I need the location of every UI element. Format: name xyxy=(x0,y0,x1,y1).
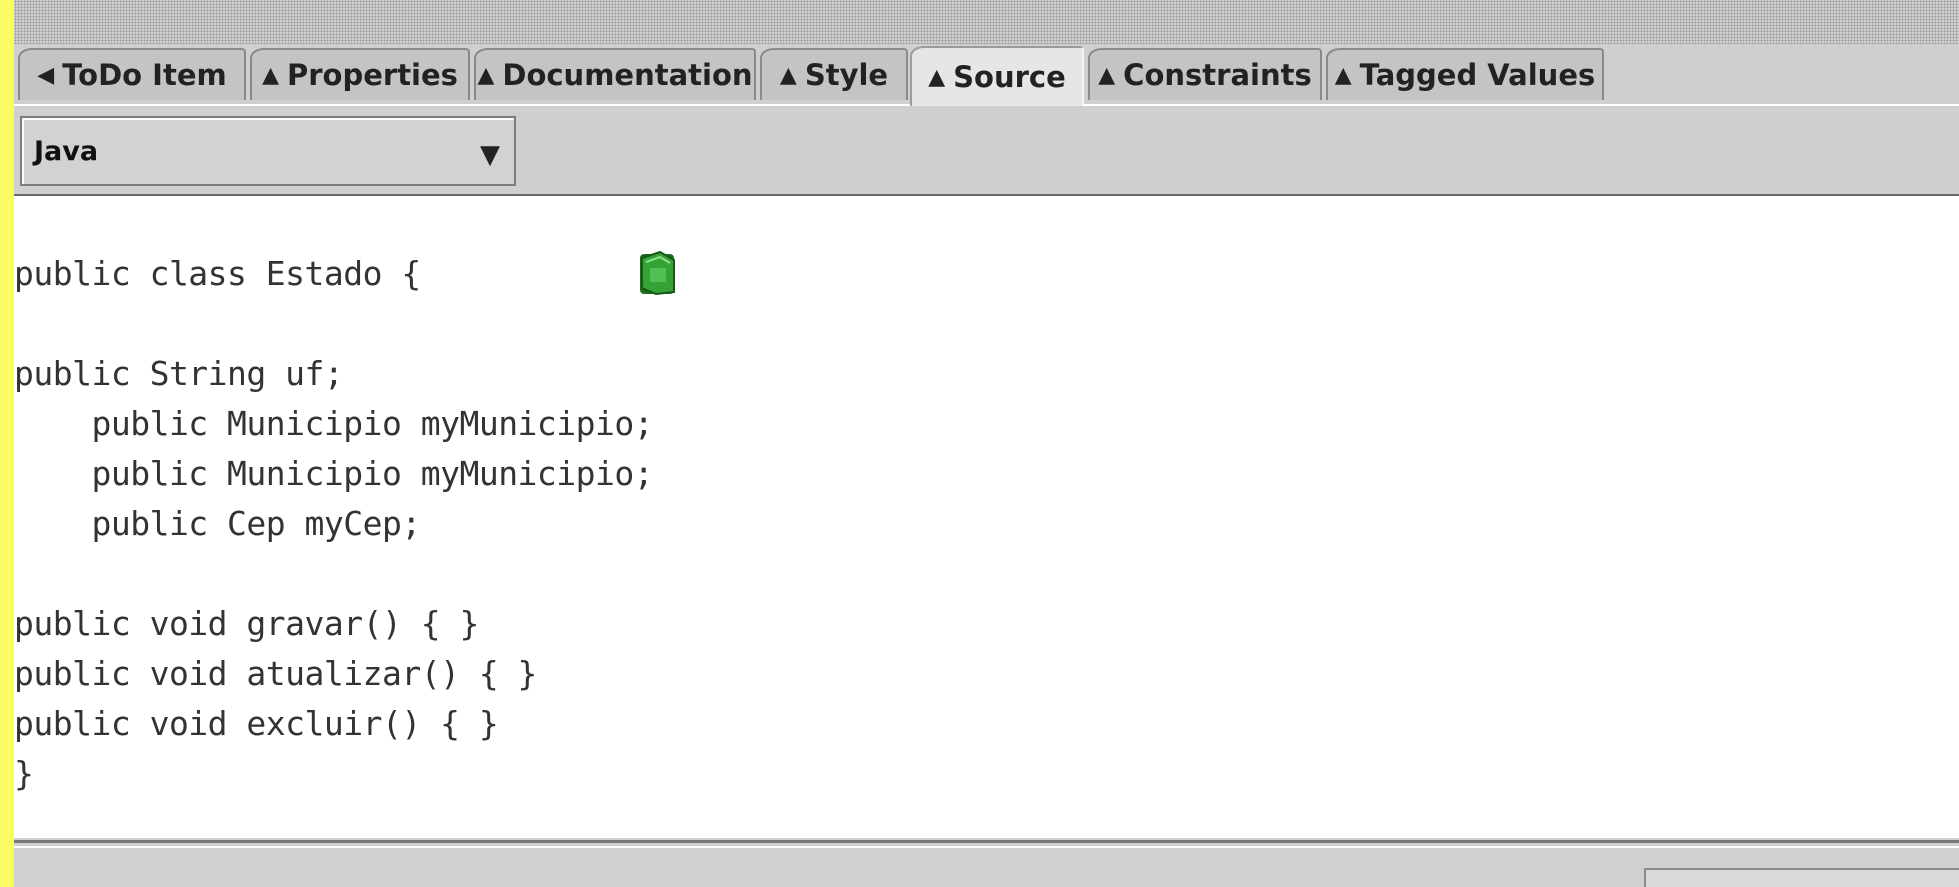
tab-tagged-values[interactable]: ▲ Tagged Values xyxy=(1326,48,1604,100)
language-select-value: Java xyxy=(34,135,99,167)
code-line: } xyxy=(14,754,34,793)
divider xyxy=(14,840,1959,843)
chevron-down-icon[interactable]: ▼ xyxy=(480,140,500,170)
tab-label: Documentation xyxy=(502,58,753,92)
source-panel: ◀ ToDo Item ▲ Properties ▲ Documentation… xyxy=(14,0,1959,887)
up-arrow-icon: ▲ xyxy=(928,64,946,90)
tab-label: Constraints xyxy=(1123,58,1312,92)
tab-constraints[interactable]: ▲ Constraints xyxy=(1088,48,1322,100)
tab-style[interactable]: ▲ Style xyxy=(760,48,908,100)
tab-bar: ◀ ToDo Item ▲ Properties ▲ Documentation… xyxy=(14,44,1959,106)
tab-label: Style xyxy=(804,58,889,92)
tab-todo-item[interactable]: ◀ ToDo Item xyxy=(18,48,246,100)
tab-label: Tagged Values xyxy=(1359,58,1596,92)
code-line: public Cep myCep; xyxy=(14,504,421,543)
tab-label: ToDo Item xyxy=(62,58,227,92)
status-bar xyxy=(14,848,1959,887)
code-line: public void excluir() { } xyxy=(14,704,499,743)
language-toolbar: Java ▼ xyxy=(14,106,1959,194)
status-field xyxy=(1644,868,1959,887)
tab-label: Source xyxy=(953,60,1066,94)
tab-label: Properties xyxy=(286,58,458,92)
folder-icon[interactable] xyxy=(638,248,678,296)
title-strip xyxy=(14,0,1959,44)
up-arrow-icon: ▲ xyxy=(477,62,495,88)
tab-documentation[interactable]: ▲ Documentation xyxy=(474,48,756,100)
code-line: public void atualizar() { } xyxy=(14,654,537,693)
up-arrow-icon: ▲ xyxy=(262,62,279,88)
left-arrow-icon: ◀ xyxy=(37,62,55,88)
language-select[interactable]: Java ▼ xyxy=(20,116,516,186)
tab-properties[interactable]: ▲ Properties xyxy=(250,48,470,100)
up-arrow-icon: ▲ xyxy=(779,62,797,88)
tab-source[interactable]: ▲ Source xyxy=(910,46,1084,106)
code-line: public String uf; xyxy=(14,354,344,393)
code-line: public void gravar() { } xyxy=(14,604,479,643)
up-arrow-icon: ▲ xyxy=(1334,62,1352,88)
code-line: public Municipio myMunicipio; xyxy=(14,404,654,443)
source-code-editor[interactable]: public class Estado { public String uf; … xyxy=(14,196,1959,838)
code-line: public Municipio myMunicipio; xyxy=(14,454,654,493)
code-line: public class Estado { xyxy=(14,254,421,293)
up-arrow-icon: ▲ xyxy=(1098,62,1116,88)
